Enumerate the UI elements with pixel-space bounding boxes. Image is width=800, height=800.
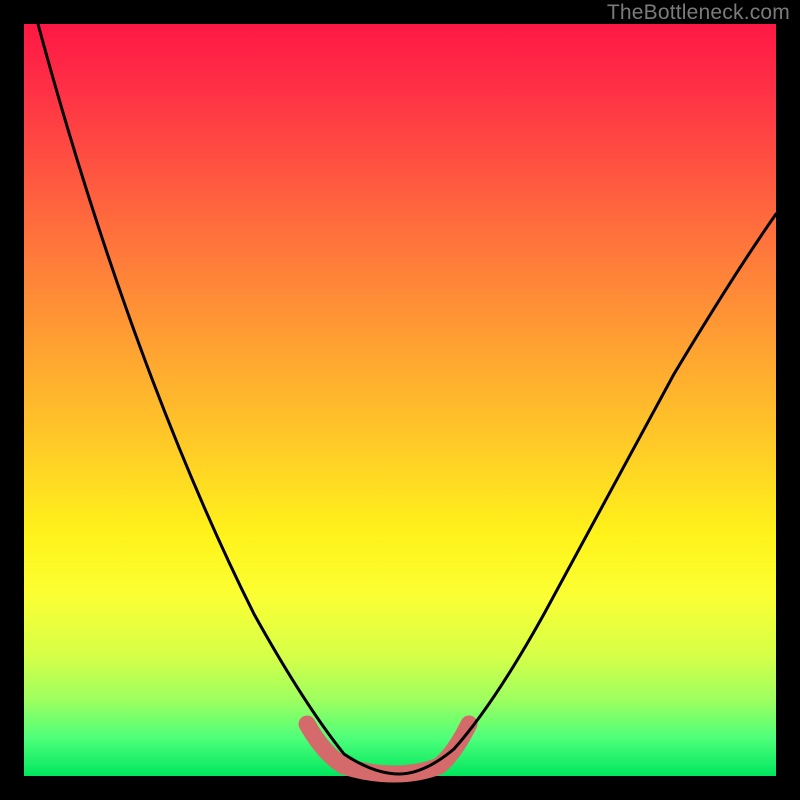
bottleneck-curve bbox=[38, 24, 776, 774]
chart-svg bbox=[24, 24, 776, 776]
chart-frame: TheBottleneck.com bbox=[0, 0, 800, 800]
watermark-text: TheBottleneck.com bbox=[607, 1, 790, 25]
chart-plot-area bbox=[24, 24, 776, 776]
optimal-zone-highlight bbox=[307, 724, 469, 774]
